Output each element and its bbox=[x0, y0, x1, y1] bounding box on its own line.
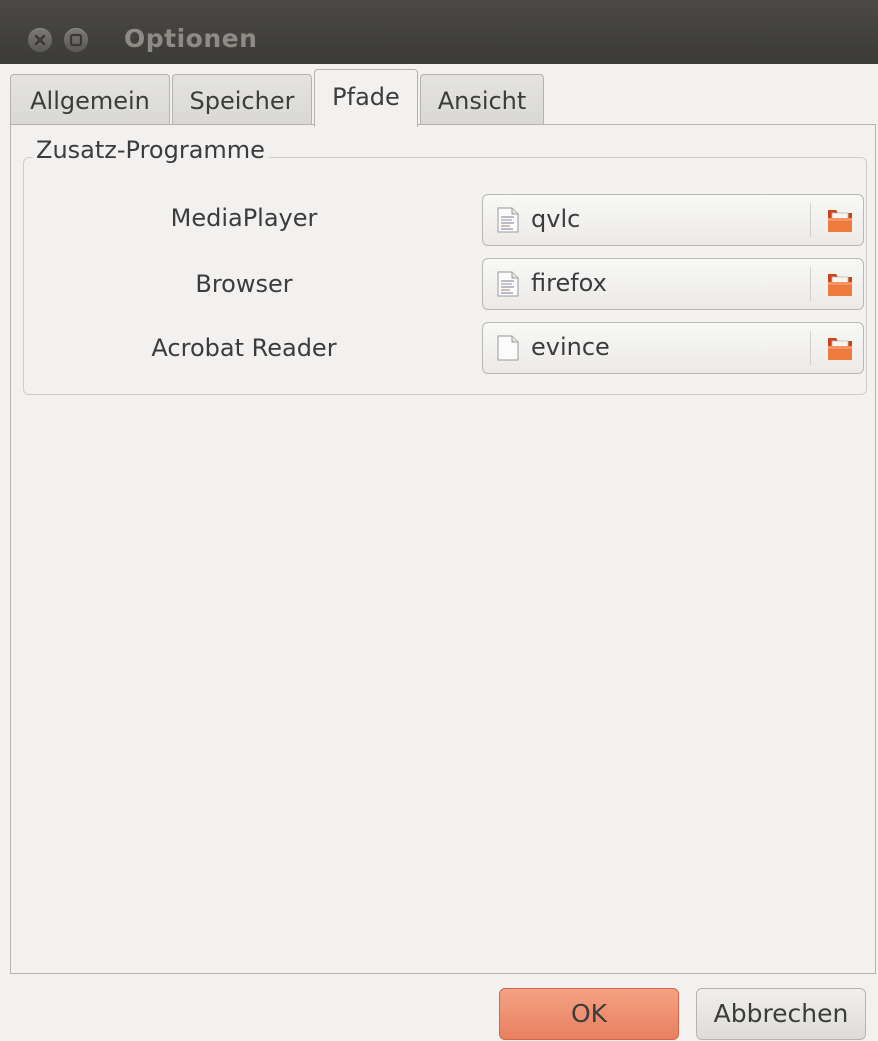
window-title: Optionen bbox=[124, 24, 258, 53]
blank-file-icon bbox=[497, 335, 519, 361]
mediaplayer-path-field[interactable]: qvlc bbox=[482, 194, 864, 246]
mediaplayer-path-value[interactable]: qvlc bbox=[531, 205, 580, 233]
folder-open-icon[interactable] bbox=[825, 269, 855, 299]
close-icon[interactable] bbox=[28, 28, 52, 52]
tab-ansicht[interactable]: Ansicht bbox=[420, 74, 544, 126]
options-dialog: Optionen Allgemein Speicher Pfade Ansich… bbox=[0, 0, 878, 1041]
mediaplayer-label: MediaPlayer bbox=[170, 204, 318, 232]
ok-button[interactable]: OK bbox=[499, 988, 679, 1040]
acrobat-reader-path-field[interactable]: evince bbox=[482, 322, 864, 374]
browser-path-field[interactable]: firefox bbox=[482, 258, 864, 310]
tab-pfade[interactable]: Pfade bbox=[314, 69, 418, 127]
text-file-icon bbox=[497, 271, 519, 297]
folder-open-icon[interactable] bbox=[825, 333, 855, 363]
tab-allgemein[interactable]: Allgemein bbox=[10, 74, 170, 126]
acrobat-reader-path-value[interactable]: evince bbox=[531, 333, 610, 361]
field-separator bbox=[810, 203, 811, 237]
acrobat-reader-label: Acrobat Reader bbox=[151, 334, 337, 362]
text-file-icon bbox=[497, 207, 519, 233]
field-separator bbox=[810, 267, 811, 301]
maximize-icon[interactable] bbox=[64, 28, 88, 52]
field-separator bbox=[810, 331, 811, 365]
group-title: Zusatz-Programme bbox=[32, 136, 269, 164]
title-bar[interactable]: Optionen bbox=[0, 0, 878, 64]
folder-open-icon[interactable] bbox=[825, 205, 855, 235]
zusatz-programme-group: Zusatz-Programme MediaPlayer qvlc Browse… bbox=[23, 136, 867, 395]
cancel-button[interactable]: Abbrechen bbox=[696, 988, 866, 1040]
tab-bar: Allgemein Speicher Pfade Ansicht bbox=[10, 69, 876, 128]
browser-label: Browser bbox=[195, 270, 293, 298]
browser-path-value[interactable]: firefox bbox=[531, 269, 607, 297]
tab-speicher[interactable]: Speicher bbox=[172, 74, 312, 126]
tab-page-pfade: Zusatz-Programme MediaPlayer qvlc Browse… bbox=[10, 124, 876, 974]
